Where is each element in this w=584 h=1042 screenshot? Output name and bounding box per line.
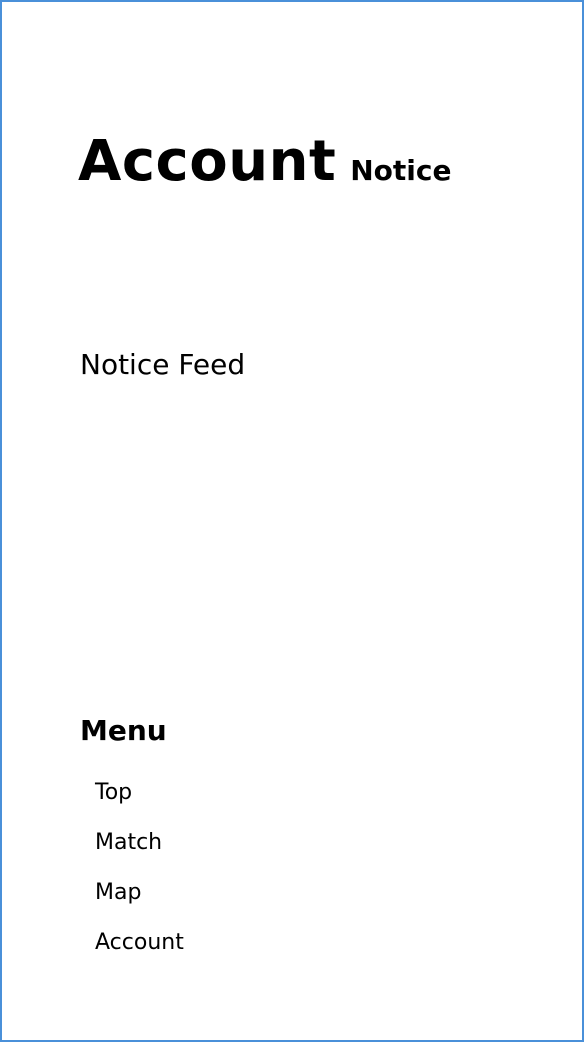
menu-item-map[interactable]: Map (95, 880, 480, 906)
menu-title: Menu (80, 714, 167, 747)
menu-item-account[interactable]: Account (95, 930, 480, 956)
menu-nav: Menu Top Match Map Account (80, 714, 480, 980)
app-window: Account Notice Notice Feed Menu Top Matc… (0, 0, 584, 1042)
menu-item-match[interactable]: Match (95, 830, 480, 856)
menu-list: Top Match Map Account (80, 780, 480, 956)
notice-feed-title: Notice Feed (80, 348, 246, 381)
page-title: Account (78, 129, 337, 194)
page-subtitle: Notice (350, 154, 452, 187)
page-header: Account Notice (78, 134, 451, 190)
menu-item-top[interactable]: Top (95, 780, 480, 806)
